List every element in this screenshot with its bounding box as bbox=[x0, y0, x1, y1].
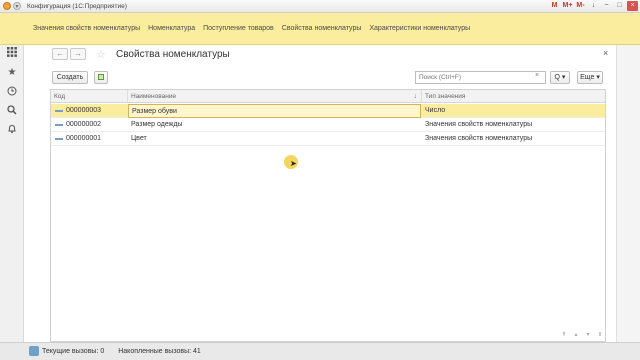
properties-table: Код Наименование ↓ Тип значения 00000000… bbox=[50, 89, 606, 342]
maximize-button[interactable]: □ bbox=[614, 1, 625, 11]
window-title: Конфигурация (1С:Предприятие) bbox=[27, 2, 127, 10]
search-button[interactable]: Q ▾ bbox=[550, 71, 570, 84]
favorite-star-icon[interactable]: ☆ bbox=[96, 48, 106, 61]
accumulated-calls-text: Накопленные вызовы: 41 bbox=[118, 348, 201, 355]
mouse-pointer-icon: ➤ bbox=[290, 159, 297, 168]
minimize-button[interactable]: − bbox=[601, 1, 612, 11]
cell-name: Цвет bbox=[131, 135, 147, 142]
cell-name: Размер одежды bbox=[131, 121, 183, 128]
cell-type: Значения свойств номенклатуры bbox=[425, 135, 533, 142]
grid-icon[interactable] bbox=[6, 46, 18, 58]
right-panel bbox=[616, 45, 640, 342]
cell-type: Число bbox=[425, 107, 446, 114]
left-nav-panel: ★ bbox=[0, 45, 24, 342]
scroll-bottom-icon[interactable]: ⇟ bbox=[595, 331, 605, 339]
cell-code: 000000001 bbox=[66, 135, 102, 142]
menu-circle-icon[interactable]: ▾ bbox=[13, 2, 21, 10]
table-row[interactable]: 000000003 Размер обуви Число bbox=[51, 104, 605, 118]
table-row[interactable]: 000000002 Размер одежды Значения свойств… bbox=[51, 118, 605, 132]
search-icon[interactable] bbox=[6, 104, 18, 116]
scroll-down-icon[interactable]: ▾ bbox=[583, 331, 593, 339]
search-input[interactable] bbox=[415, 71, 546, 84]
search-clear-icon[interactable]: × bbox=[535, 72, 539, 79]
window-controls: M M+ M- ↓ − □ × bbox=[549, 1, 638, 11]
table-header: Код Наименование ↓ Тип значения bbox=[51, 90, 605, 103]
cell-type: Значения свойств номенклатуры bbox=[425, 121, 533, 128]
app-logo-icon bbox=[3, 2, 11, 10]
page-title: Свойства номенклатуры bbox=[116, 49, 230, 60]
section-link-property-values[interactable]: Значения свойств номенклатуры bbox=[33, 25, 140, 32]
scroll-top-icon[interactable]: ⇞ bbox=[559, 331, 569, 339]
row-item-icon bbox=[55, 124, 63, 126]
back-button[interactable]: ← bbox=[52, 48, 68, 60]
current-calls-text: Текущие вызовы: 0 bbox=[42, 348, 105, 355]
section-link-nomenclature[interactable]: Номенклатура bbox=[148, 25, 195, 32]
window-titlebar: ▾ Конфигурация (1С:Предприятие) M M+ M- … bbox=[0, 0, 640, 13]
sections-panel: Значения свойств номенклатуры Номенклату… bbox=[0, 13, 640, 45]
star-icon[interactable]: ★ bbox=[6, 66, 18, 78]
column-header-name-label: Наименование bbox=[131, 93, 177, 100]
section-link-nomenclature-properties[interactable]: Свойства номенклатуры bbox=[282, 25, 362, 32]
copy-button[interactable] bbox=[94, 71, 108, 84]
close-window-button[interactable]: × bbox=[627, 1, 638, 11]
memory-minus-button[interactable]: M- bbox=[575, 1, 586, 11]
copy-icon bbox=[98, 74, 104, 80]
memory-m-button[interactable]: M bbox=[549, 1, 560, 11]
column-header-type[interactable]: Тип значения bbox=[422, 90, 605, 103]
bell-icon[interactable] bbox=[6, 123, 18, 135]
memory-plus-button[interactable]: M+ bbox=[562, 1, 573, 11]
cell-name: Размер обуви bbox=[128, 104, 421, 118]
more-button[interactable]: Еще ▾ bbox=[577, 71, 603, 84]
column-header-code[interactable]: Код bbox=[51, 90, 128, 103]
history-icon[interactable] bbox=[6, 85, 18, 97]
column-header-name[interactable]: Наименование ↓ bbox=[128, 90, 422, 103]
row-item-icon bbox=[55, 110, 63, 112]
close-form-button[interactable]: × bbox=[603, 48, 608, 58]
create-button[interactable]: Создать bbox=[52, 71, 88, 84]
section-link-characteristics[interactable]: Характеристики номенклатуры bbox=[369, 25, 470, 32]
table-row[interactable]: 000000001 Цвет Значения свойств номенкла… bbox=[51, 132, 605, 146]
sort-down-icon: ↓ bbox=[413, 93, 418, 100]
forward-button[interactable]: → bbox=[70, 48, 86, 60]
row-item-icon bbox=[55, 138, 63, 140]
performance-icon[interactable] bbox=[29, 346, 39, 356]
section-link-goods-receipt[interactable]: Поступление товаров bbox=[203, 25, 274, 32]
cell-code: 000000002 bbox=[66, 121, 102, 128]
cell-code: 000000003 bbox=[66, 107, 102, 114]
status-bar: Текущие вызовы: 0 Накопленные вызовы: 41 bbox=[0, 342, 640, 360]
scroll-up-icon[interactable]: ▴ bbox=[571, 331, 581, 339]
down-arrow-button[interactable]: ↓ bbox=[588, 1, 599, 11]
